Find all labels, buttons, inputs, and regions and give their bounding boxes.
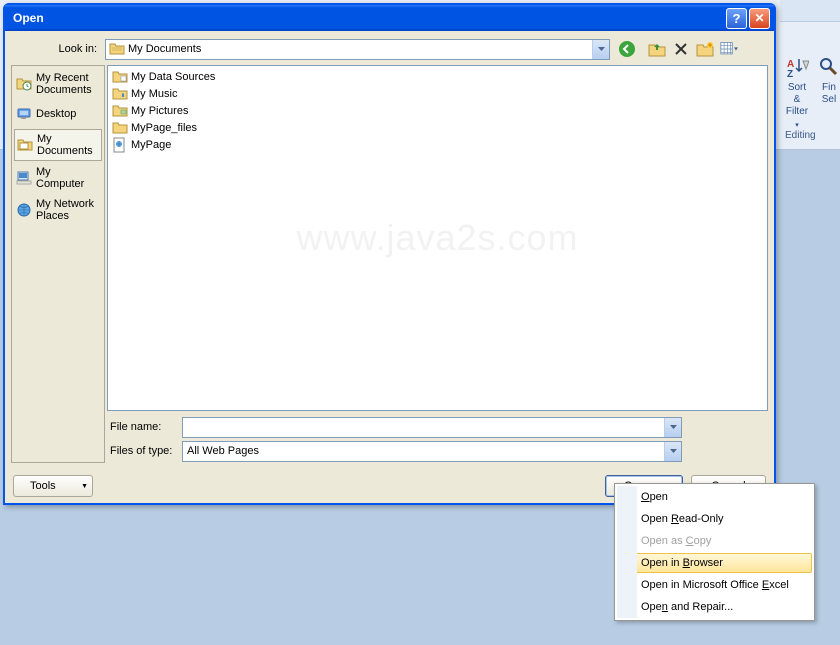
place-label: My Recent Documents: [36, 72, 100, 96]
delete-button[interactable]: [672, 40, 690, 58]
find-icon: [817, 55, 840, 79]
tools-button[interactable]: Tools ▼: [13, 475, 93, 497]
file-name: My Music: [131, 88, 177, 100]
place-label: My Documents: [37, 133, 99, 157]
chevron-down-icon[interactable]: [664, 442, 681, 461]
file-item[interactable]: My Data Sources: [110, 68, 765, 85]
titlebar[interactable]: Open ? ✕: [5, 5, 774, 31]
folder-icon: [112, 120, 128, 136]
place-label: Desktop: [36, 108, 76, 120]
menu-open-read-only[interactable]: Open Read-Only: [617, 508, 812, 530]
desktop-icon: [16, 106, 32, 122]
places-bar: My Recent Documents Desktop My Documents…: [11, 65, 105, 463]
file-name: MyPage: [131, 139, 171, 151]
menu-open-in-browser[interactable]: Open in Browser: [617, 553, 812, 573]
file-item[interactable]: MyPage_files: [110, 119, 765, 136]
place-label: My Network Places: [36, 198, 100, 222]
place-recent[interactable]: My Recent Documents: [12, 68, 104, 100]
mycomputer-icon: [16, 170, 32, 186]
close-button[interactable]: ✕: [749, 8, 770, 29]
chevron-down-icon[interactable]: [592, 40, 609, 59]
place-my-documents[interactable]: My Documents: [14, 129, 102, 161]
menu-open-as-copy: Open as Copy: [617, 530, 812, 552]
filename-input[interactable]: [182, 417, 682, 438]
dialog-title: Open: [13, 11, 724, 25]
file-name: My Data Sources: [131, 71, 215, 83]
ribbon-editing-group: AZ Sort &Filter ▾ FinSel: [785, 55, 840, 132]
ribbon-group-label: Editing: [785, 130, 816, 141]
sort-filter-button[interactable]: AZ Sort &Filter ▾: [785, 55, 809, 132]
menu-open-and-repair[interactable]: Open and Repair...: [617, 596, 812, 618]
filename-label: File name:: [107, 421, 182, 433]
place-network[interactable]: My Network Places: [12, 194, 104, 226]
mydocs-icon: [17, 137, 33, 153]
menu-stripe: [617, 486, 637, 618]
filetype-combo[interactable]: All Web Pages: [182, 441, 682, 462]
open-dialog: Open ? ✕ Look in: My Documents: [3, 3, 776, 505]
views-button[interactable]: [720, 40, 738, 58]
place-my-computer[interactable]: My Computer: [12, 162, 104, 194]
filetype-value: All Web Pages: [187, 445, 664, 457]
recent-icon: [16, 76, 32, 92]
new-folder-button[interactable]: [696, 40, 714, 58]
webpage-icon: [112, 137, 128, 153]
menu-open-in-excel[interactable]: Open in Microsoft Office Excel: [617, 574, 812, 596]
place-label: My Computer: [36, 166, 100, 190]
watermark: www.java2s.com: [296, 217, 578, 259]
lookin-value: My Documents: [128, 43, 592, 55]
file-name: MyPage_files: [131, 122, 197, 134]
lookin-label: Look in:: [11, 43, 105, 55]
chevron-down-icon: ▼: [81, 483, 88, 490]
sort-filter-icon: AZ: [785, 55, 809, 79]
open-dropdown-menu: Open Open Read-Only Open as Copy Open in…: [614, 483, 815, 621]
ribbon-tabs-strip: [780, 0, 840, 22]
folder-icon: [112, 69, 128, 85]
folder-icon: [112, 103, 128, 119]
back-button[interactable]: [618, 40, 636, 58]
file-item[interactable]: My Pictures: [110, 102, 765, 119]
folder-icon: [112, 86, 128, 102]
find-select-button[interactable]: FinSel: [817, 55, 840, 132]
help-button[interactable]: ?: [726, 8, 747, 29]
file-item[interactable]: MyPage: [110, 136, 765, 153]
filetype-label: Files of type:: [107, 445, 182, 457]
lookin-combo[interactable]: My Documents: [105, 39, 610, 60]
file-name: My Pictures: [131, 105, 188, 117]
up-one-level-button[interactable]: [648, 40, 666, 58]
menu-open[interactable]: Open: [617, 486, 812, 508]
svg-text:Z: Z: [787, 69, 793, 79]
file-item[interactable]: My Music: [110, 85, 765, 102]
place-desktop[interactable]: Desktop: [12, 100, 104, 128]
file-list[interactable]: www.java2s.com My Data Sources My Music …: [107, 65, 768, 411]
mydocs-icon: [109, 41, 125, 57]
chevron-down-icon[interactable]: [664, 418, 681, 437]
network-icon: [16, 202, 32, 218]
